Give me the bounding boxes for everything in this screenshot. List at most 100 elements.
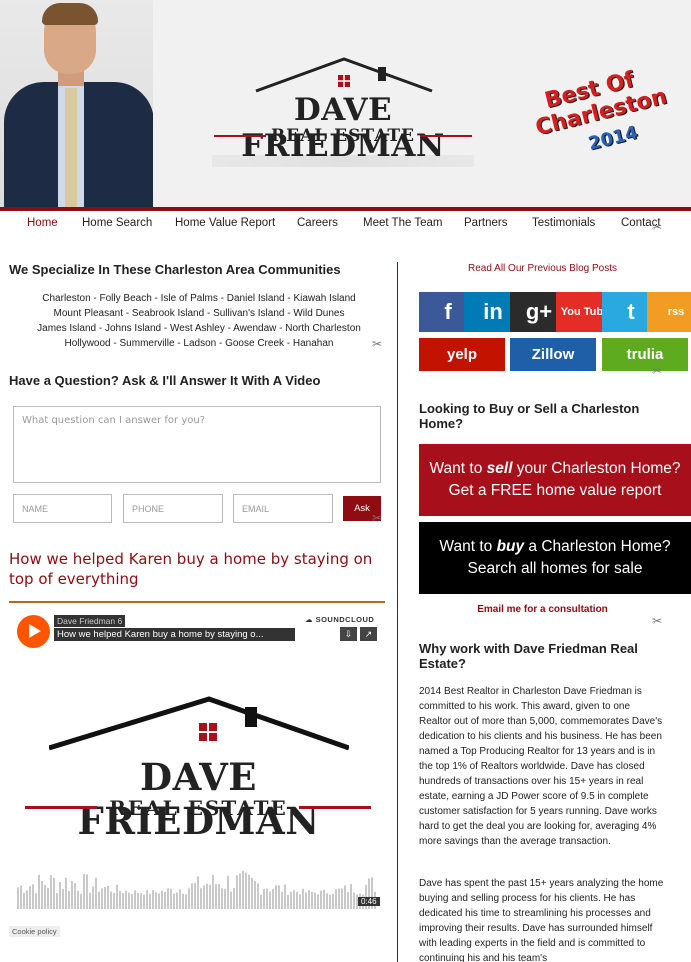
waveform-bar [248, 874, 250, 909]
buy-cta-emphasis: buy [496, 538, 525, 555]
waveform-bar [185, 894, 187, 909]
edit-tool-icon[interactable]: ✂ [652, 614, 662, 628]
waveform-bar [269, 891, 271, 909]
twitter-icon: t [627, 299, 635, 324]
zillow-button[interactable]: Zillow [510, 338, 596, 371]
waveform-bar [131, 894, 133, 909]
edit-tool-icon[interactable]: ✂ [372, 511, 382, 525]
waveform-bar [53, 878, 55, 909]
waveform-bar [332, 893, 334, 909]
waveform-bar [92, 886, 94, 909]
waveform-bar [263, 888, 265, 909]
rss-button[interactable]: rss [647, 292, 691, 332]
buy-cta-line-1: Want to buy a Charleston Home? [419, 536, 691, 558]
edit-tool-icon[interactable]: ✂ [372, 337, 382, 351]
waveform-bar [62, 888, 64, 909]
nav-meet-the-team[interactable]: Meet The Team [363, 217, 442, 229]
waveform-bar [317, 894, 319, 909]
name-field[interactable]: NAME [13, 494, 112, 523]
waveform-bar [164, 891, 166, 909]
waveform-bar [26, 890, 28, 909]
nav-home-value-report[interactable]: Home Value Report [175, 217, 275, 229]
waveform-bar [35, 893, 37, 909]
waveform-bar [308, 890, 310, 909]
waveform-bar [77, 890, 79, 909]
waveform-bar [152, 890, 154, 909]
edit-tool-icon[interactable]: ✂ [652, 220, 662, 234]
nav-careers[interactable]: Careers [297, 217, 338, 229]
yelp-button[interactable]: yelp [419, 338, 505, 371]
buy-cta-line-2: Search all homes for sale [467, 560, 643, 577]
nav-home-search[interactable]: Home Search [82, 217, 152, 229]
communities-line[interactable]: Mount Pleasant - Seabrook Island - Sulli… [9, 306, 389, 321]
waveform-bar [161, 890, 163, 909]
soundcloud-player: Dave Friedman 6 How we helped Karen buy … [9, 603, 385, 945]
share-icon[interactable]: ↗ [360, 627, 377, 641]
waveform-bar [266, 888, 268, 909]
download-icon[interactable]: ⇩ [340, 627, 357, 641]
why-paragraph-2: Dave has spent the past 15+ years analyz… [419, 878, 664, 962]
waveform-bar [299, 894, 301, 909]
waveform-bar [275, 885, 277, 909]
edit-tool-icon[interactable]: ✂ [652, 364, 662, 378]
communities-line[interactable]: Hollywood - Summerville - Ladson - Goose… [9, 336, 389, 351]
house-logo-icon [49, 696, 349, 751]
soundcloud-logo[interactable]: ☁ SOUNDCLOUD [305, 615, 374, 624]
waveform-bar [110, 891, 112, 909]
waveform-bar [32, 884, 34, 909]
waveform-bar [155, 892, 157, 909]
house-logo-icon [255, 57, 433, 93]
waveform[interactable] [17, 865, 379, 925]
waveform-bar [74, 883, 76, 909]
question-textarea[interactable]: What question can I answer for you? [13, 406, 381, 483]
phone-field[interactable]: PHONE [123, 494, 223, 523]
communities-line[interactable]: Charleston - Folly Beach - Isle of Palms… [9, 291, 389, 306]
waveform-bar [41, 881, 43, 909]
sell-cta-line-2: Get a FREE home value report [448, 482, 662, 499]
waveform-bar [206, 883, 208, 909]
waveform-bar [23, 892, 25, 909]
email-consultation-link[interactable]: Email me for a consultation [420, 604, 665, 615]
cookie-policy-link[interactable]: Cookie policy [9, 926, 60, 937]
waveform-bar [140, 893, 142, 909]
question-heading: Have a Question? Ask & I'll Answer It Wi… [9, 373, 321, 388]
waveform-bar [188, 888, 190, 909]
waveform-bar [191, 883, 193, 909]
waveform-bar [350, 884, 352, 909]
waveform-bar [116, 884, 118, 909]
nav-partners[interactable]: Partners [464, 217, 507, 229]
sell-cta-emphasis: sell [486, 460, 513, 477]
blog-posts-link[interactable]: Read All Our Previous Blog Posts [420, 263, 665, 274]
waveform-bar [86, 874, 88, 909]
track-user[interactable]: Dave Friedman 6 [54, 615, 126, 627]
waveform-bar [287, 894, 289, 909]
trulia-button[interactable]: trulia [602, 338, 688, 371]
buy-home-cta[interactable]: Want to buy a Charleston Home? Search al… [419, 522, 691, 594]
waveform-bar [239, 873, 241, 909]
waveform-bar [38, 874, 40, 909]
waveform-bar [305, 892, 307, 909]
waveform-bar [347, 892, 349, 909]
communities-line[interactable]: James Island - Johns Island - West Ashle… [9, 321, 389, 336]
email-field[interactable]: EMAIL [233, 494, 333, 523]
waveform-bar [293, 890, 295, 909]
nav-testimonials[interactable]: Testimonials [532, 217, 595, 229]
waveform-bar [290, 891, 292, 909]
story-title[interactable]: How we helped Karen buy a home by stayin… [9, 549, 384, 589]
waveform-bar [20, 885, 22, 909]
why-heading: Why work with Dave Friedman Real Estate? [419, 641, 638, 671]
waveform-bar [125, 890, 127, 909]
waveform-bar [245, 872, 247, 909]
waveform-bar [167, 888, 169, 909]
nav-home[interactable]: Home [27, 217, 58, 229]
zillow-icon: Zillow [531, 346, 575, 363]
waveform-bar [158, 893, 160, 909]
waveform-bar [221, 888, 223, 909]
waveform-bar [56, 893, 58, 909]
waveform-bar [209, 884, 211, 909]
waveform-bar [236, 875, 238, 909]
track-title[interactable]: How we helped Karen buy a home by stayin… [54, 628, 295, 641]
waveform-bar [80, 893, 82, 909]
play-icon[interactable] [17, 615, 50, 648]
sell-home-cta[interactable]: Want to sell your Charleston Home? Get a… [419, 444, 691, 516]
